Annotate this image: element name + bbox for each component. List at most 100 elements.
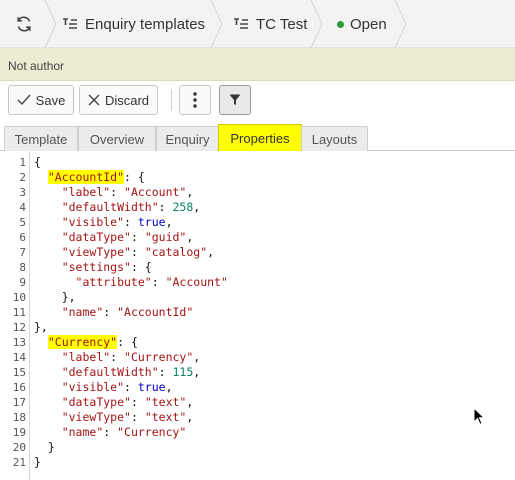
breadcrumb-separator [210,0,223,48]
code-token: : [130,410,145,424]
code-token: : { [130,260,152,274]
filter-button[interactable] [219,85,251,115]
code-token: : [124,215,138,229]
highlighted-key: "Currency" [47,335,118,349]
breadcrumb-label: Enquiry templates [85,15,206,33]
code-token: "dataType" [61,230,131,244]
save-button[interactable]: Save [8,85,74,115]
code-token: "AccountId" [117,305,194,319]
line-number: 17 [12,396,26,409]
line-number: 15 [12,366,26,379]
code-line: "visible": true, [34,215,504,230]
code-line: "defaultWidth": 115, [34,365,504,380]
code-token: "guid" [144,230,187,244]
line-number: 16 [12,381,26,394]
close-icon [88,94,100,106]
code-token: "viewType" [61,245,131,259]
code-token: , [165,215,173,229]
code-token: } [47,440,55,454]
breadcrumb-tc-test[interactable]: TC Test [233,0,307,48]
mouse-pointer-icon [473,407,485,426]
code-token: , [165,380,173,394]
tab-bar: Template Overview Enquiry Properties Lay… [0,124,515,152]
permission-notice: Not author [0,48,515,81]
code-token: "visible" [61,380,125,394]
line-number: 20 [12,441,26,454]
status-badge[interactable]: Open [337,0,387,48]
tab-label: Properties [230,131,290,146]
code-token: "dataType" [61,395,131,409]
line-number: 18 [12,411,26,424]
code-token: "Account" [165,275,228,289]
code-line: }, [34,290,504,305]
tab-layouts[interactable]: Layouts [301,126,368,151]
line-number: 1 [19,156,26,169]
breadcrumb: Enquiry templates TC Test Open [0,0,515,48]
code-line: "attribute": "Account" [34,275,504,290]
code-token: 115 [172,365,194,379]
breadcrumb-separator [394,0,407,48]
tab-properties[interactable]: Properties [218,124,302,152]
code-line: "dataType": "text", [34,395,504,410]
tab-label: Overview [89,131,145,147]
code-line: } [34,455,504,470]
checkmark-icon [17,94,31,106]
code-token: : [124,380,138,394]
code-token: , [207,245,215,259]
code-token: "name" [61,305,104,319]
code-line: "viewType": "text", [34,410,504,425]
line-number: 5 [19,216,26,229]
more-options-button[interactable] [179,85,211,115]
code-token: "visible" [61,215,125,229]
code-token: : [151,275,166,289]
code-token: : [158,365,173,379]
line-number-gutter: 1 2 3 4 5 6 7 8 9 10 11 12 13 14 15 16 17 18 19 20 21 [0,151,30,480]
line-number: 7 [19,246,26,259]
line-number: 13 [12,336,26,349]
code-token: : { [117,335,138,349]
tab-overview[interactable]: Overview [78,126,156,151]
discard-button[interactable]: Discard [79,85,158,115]
breadcrumb-enquiry-templates[interactable]: Enquiry templates [62,0,205,48]
code-line: "viewType": "catalog", [34,245,504,260]
code-token: "viewType" [61,410,131,424]
code-line: { [34,155,504,170]
code-token: : { [124,170,145,184]
code-token: "name" [61,425,104,439]
code-line: "label": "Account", [34,185,504,200]
code-line: "name": "Currency" [34,425,504,440]
line-number: 3 [19,186,26,199]
code-token: : [110,350,125,364]
code-token: : [103,305,118,319]
toolbar-divider [171,89,172,111]
tab-template[interactable]: Template [4,126,78,151]
code-token: true [137,215,166,229]
tab-enquiry[interactable]: Enquiry [156,126,219,151]
code-token: "label" [61,185,111,199]
status-dot-icon [337,20,344,28]
save-label: Save [35,92,66,108]
code-token: "Account" [124,185,187,199]
line-number: 10 [12,291,26,304]
breadcrumb-separator [44,0,57,48]
code-token: , [193,200,201,214]
code-token: 258 [172,200,194,214]
line-number: 21 [12,456,26,469]
code-token: "attribute" [75,275,152,289]
tab-label: Layouts [311,131,358,147]
code-token: , [186,410,194,424]
breadcrumb-label: TC Test [256,15,308,33]
line-number: 12 [12,321,26,334]
refresh-button[interactable] [12,0,36,48]
line-number: 19 [12,426,26,439]
code-line: }, [34,320,504,335]
code-line: "settings": { [34,260,504,275]
json-code-editor[interactable]: 1 2 3 4 5 6 7 8 9 10 11 12 13 14 15 16 17 18 19 20 21 { "Acc… [0,151,515,480]
code-token: "defaultWidth" [61,365,159,379]
line-number: 14 [12,351,26,364]
code-token: : [130,230,145,244]
line-number: 2 [19,171,26,184]
line-number: 4 [19,201,26,214]
line-number: 9 [19,276,26,289]
code-token: , [193,365,201,379]
